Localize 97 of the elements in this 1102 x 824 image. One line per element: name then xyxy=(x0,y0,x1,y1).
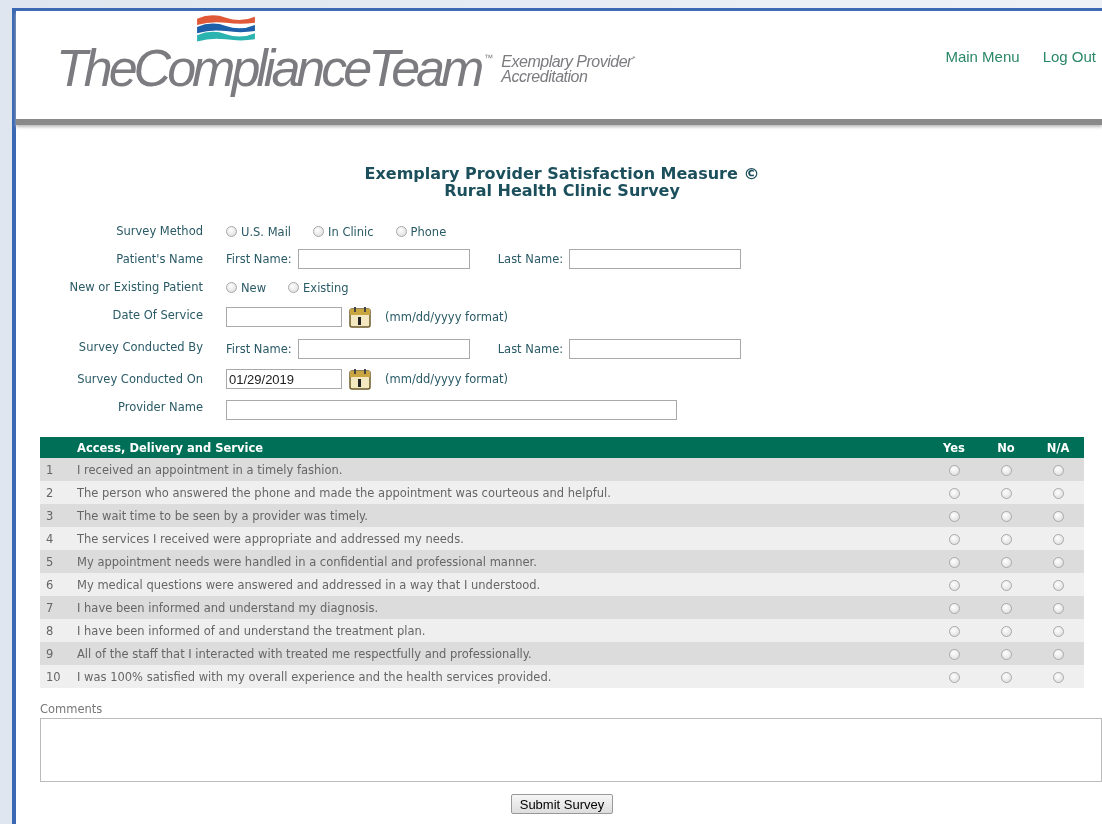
row-number: 7 xyxy=(40,596,77,619)
field-label: Survey Conducted On xyxy=(76,371,203,388)
row-number: 8 xyxy=(40,619,77,642)
nav-link[interactable]: Main Menu xyxy=(945,48,1020,65)
row-number: 2 xyxy=(40,481,77,504)
row-number: 1 xyxy=(40,458,77,481)
field-label: Date Of Service xyxy=(111,307,203,324)
question-text: I have been informed and understand my diagnosis. xyxy=(77,596,928,619)
logo-tagline: Exemplary Provider$^{*}$ xyxy=(501,52,635,70)
question-text: I have been informed of and understand the treatment plan. xyxy=(77,619,928,642)
radio-button[interactable] xyxy=(1000,464,1012,476)
radio-label: Existing xyxy=(303,281,349,295)
radio-button[interactable] xyxy=(948,556,960,568)
radio-button[interactable] xyxy=(948,648,960,660)
radio-button[interactable] xyxy=(1000,533,1012,545)
page-title: Rural Health Clinic Survey xyxy=(444,182,680,199)
radio-button[interactable] xyxy=(1052,510,1064,522)
row-number: 5 xyxy=(40,550,77,573)
field-label: First Name: xyxy=(226,342,292,356)
radio-button[interactable] xyxy=(1000,671,1012,683)
row-number: 9 xyxy=(40,642,77,665)
radio-button[interactable] xyxy=(1052,464,1064,476)
radio-button[interactable] xyxy=(948,602,960,614)
question-text: I received an appointment in a timely fashion. xyxy=(77,458,928,481)
date-field[interactable]: 01/29/2019 xyxy=(226,369,342,389)
field-label: First Name: xyxy=(226,252,292,266)
row-number: 10 xyxy=(40,665,77,688)
question-text: I was 100% satisfied with my overall experience and the health services provided. xyxy=(77,665,928,688)
field-label: Survey Method xyxy=(115,223,203,240)
radio-button[interactable] xyxy=(948,533,960,545)
question-text: My medical questions were answered and addressed in a way that I understood. xyxy=(77,573,928,596)
radio-button[interactable] xyxy=(1052,648,1064,660)
trademark-mark: ™ xyxy=(484,53,494,63)
question-text: The services I received were appropriate and addressed my needs. xyxy=(77,527,928,550)
radio-label: In Clinic xyxy=(328,225,374,239)
calendar-icon[interactable] xyxy=(348,367,372,391)
field-label: New or Existing Patient xyxy=(68,279,203,296)
question-text: The person who answered the phone and made the appointment was courteous and helpful. xyxy=(77,481,928,504)
submit-button[interactable]: Submit Survey xyxy=(510,794,614,814)
radio-button[interactable] xyxy=(1052,556,1064,568)
nav-link[interactable]: Log Out xyxy=(1042,48,1096,65)
radio-button[interactable] xyxy=(1000,625,1012,637)
radio-button[interactable] xyxy=(1052,625,1064,637)
input-field[interactable] xyxy=(226,400,677,420)
question-text: My appointment needs were handled in a confidential and professional manner. xyxy=(77,550,928,573)
radio-button[interactable] xyxy=(226,225,237,237)
column-header: N/A xyxy=(1032,437,1084,458)
logo-wordmark: TheComplianceTeam xyxy=(56,38,481,99)
radio-button[interactable] xyxy=(1052,487,1064,499)
radio-label: U.S. Mail xyxy=(241,225,292,239)
radio-button[interactable] xyxy=(1052,579,1064,591)
column-header: Access, Delivery and Service xyxy=(77,437,928,458)
row-number: 4 xyxy=(40,527,77,550)
radio-button[interactable] xyxy=(288,281,300,293)
row-number: 3 xyxy=(40,504,77,527)
field-label: Patient's Name xyxy=(115,251,203,268)
column-header: Yes xyxy=(928,437,980,458)
row-number: 6 xyxy=(40,573,77,596)
radio-button[interactable] xyxy=(226,281,237,293)
radio-button[interactable] xyxy=(1052,671,1064,683)
radio-button[interactable] xyxy=(948,625,960,637)
radio-button[interactable] xyxy=(948,579,960,591)
radio-button[interactable] xyxy=(948,510,960,522)
logo-tagline: Accreditation xyxy=(501,69,589,85)
radio-button[interactable] xyxy=(1052,533,1064,545)
field-label: Provider Name xyxy=(117,399,203,416)
comments-field[interactable] xyxy=(40,718,1102,782)
field-label: Comments xyxy=(40,702,104,716)
input-field[interactable] xyxy=(569,339,742,359)
radio-button[interactable] xyxy=(1000,648,1012,660)
radio-button[interactable] xyxy=(313,225,325,237)
input-field[interactable] xyxy=(297,339,470,359)
calendar-icon[interactable] xyxy=(348,305,372,329)
radio-button[interactable] xyxy=(1000,579,1012,591)
input-field[interactable] xyxy=(569,249,742,269)
field-label: Last Name: xyxy=(497,252,564,266)
radio-button[interactable] xyxy=(948,487,960,499)
format-hint: (mm/dd/yyyy format) xyxy=(385,310,508,324)
radio-button[interactable] xyxy=(948,671,960,683)
radio-button[interactable] xyxy=(1000,487,1012,499)
date-field[interactable] xyxy=(226,307,342,327)
format-hint: (mm/dd/yyyy format) xyxy=(385,372,508,386)
input-field[interactable] xyxy=(297,249,470,269)
radio-label: New xyxy=(241,281,267,295)
field-label: Last Name: xyxy=(497,342,564,356)
question-text: The wait time to be seen by a provider was timely. xyxy=(77,504,928,527)
radio-label: Phone xyxy=(410,225,447,239)
radio-button[interactable] xyxy=(1000,602,1012,614)
question-text: All of the staff that I interacted with treated me respectfully and professionally. xyxy=(77,642,928,665)
radio-button[interactable] xyxy=(1000,556,1012,568)
radio-button[interactable] xyxy=(948,464,960,476)
radio-button[interactable] xyxy=(1052,602,1064,614)
field-label: Survey Conducted By xyxy=(77,339,203,356)
radio-button[interactable] xyxy=(395,225,407,237)
column-header: No xyxy=(980,437,1032,458)
radio-button[interactable] xyxy=(1000,510,1012,522)
page-title: Exemplary Provider Satisfaction Measure © xyxy=(364,165,760,182)
